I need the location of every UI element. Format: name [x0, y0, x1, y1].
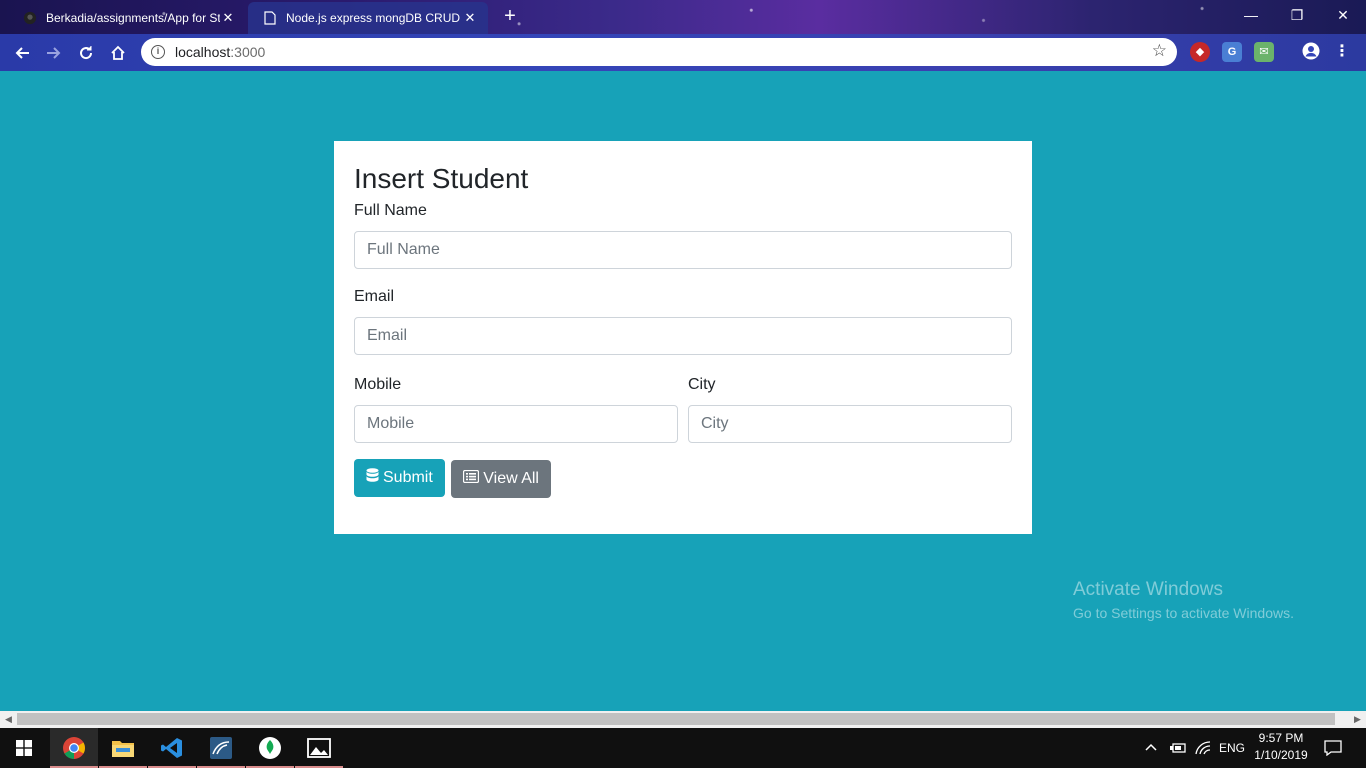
- insert-student-card: Insert Student Full Name Email Mobile Ci…: [334, 141, 1032, 534]
- taskbar-chrome[interactable]: [50, 728, 98, 768]
- language-indicator[interactable]: ENG: [1219, 728, 1245, 768]
- windows-taskbar: ENG 9:57 PM 1/10/2019: [0, 728, 1366, 768]
- wifi-icon[interactable]: [1195, 728, 1211, 768]
- close-window-button[interactable]: ✕: [1320, 0, 1366, 30]
- tab-title: Node.js express mongDB CRUD: [286, 11, 461, 25]
- minimize-button[interactable]: —: [1228, 0, 1274, 30]
- activate-windows-watermark: Activate Windows Go to Settings to activ…: [1073, 579, 1294, 621]
- tab-title: Berkadia/assignments/App for St: [46, 11, 220, 25]
- taskbar-file-explorer[interactable]: [99, 728, 147, 768]
- tab-close-icon[interactable]: ✕: [220, 10, 236, 26]
- bookmark-star-icon[interactable]: ☆: [1152, 41, 1167, 61]
- view-all-label: View All: [483, 470, 539, 487]
- clock-time: 9:57 PM: [1258, 731, 1304, 745]
- url-text: localhost:3000: [175, 44, 266, 60]
- scroll-left-arrow-icon[interactable]: ◀: [0, 711, 17, 728]
- tab-crud-app[interactable]: Node.js express mongDB CRUD ✕: [248, 2, 488, 34]
- watermark-subtitle: Go to Settings to activate Windows.: [1073, 605, 1294, 621]
- new-tab-button[interactable]: +: [498, 4, 522, 28]
- vscode-icon: [161, 738, 182, 758]
- page-icon: [262, 10, 278, 26]
- submit-label: Submit: [383, 469, 433, 486]
- taskbar-photos[interactable]: [295, 728, 343, 768]
- city-input[interactable]: [688, 405, 1012, 443]
- folder-icon: [112, 741, 134, 757]
- address-bar[interactable]: i localhost:3000 ☆: [141, 38, 1177, 66]
- full-name-label: Full Name: [354, 202, 427, 219]
- back-button[interactable]: [8, 39, 36, 67]
- home-button[interactable]: [104, 39, 132, 67]
- photos-icon: [307, 738, 331, 758]
- profile-icon[interactable]: [1301, 42, 1321, 62]
- start-button[interactable]: [0, 728, 48, 768]
- windows-logo-icon: [16, 740, 32, 756]
- clock[interactable]: 9:57 PM 1/10/2019: [1248, 730, 1314, 764]
- full-name-input[interactable]: [354, 231, 1012, 269]
- watermark-title: Activate Windows: [1073, 579, 1223, 600]
- forward-arrow-icon: [47, 47, 61, 59]
- tab-github[interactable]: Berkadia/assignments/App for St ✕: [8, 2, 246, 34]
- forward-button[interactable]: [40, 39, 68, 67]
- mobile-input[interactable]: [354, 405, 678, 443]
- mysql-workbench-icon: [210, 737, 232, 759]
- tab-close-icon[interactable]: ✕: [462, 10, 478, 26]
- chevron-up-icon: [1145, 743, 1157, 751]
- page-title: Insert Student: [354, 163, 529, 194]
- chrome-icon: [63, 737, 85, 759]
- browser-toolbar: i localhost:3000 ☆ ◆ G ✉ ⋮: [0, 34, 1366, 71]
- home-icon: [111, 45, 125, 60]
- email-label: Email: [354, 288, 395, 305]
- reload-button[interactable]: [72, 39, 100, 67]
- back-arrow-icon: [15, 47, 29, 59]
- email-input[interactable]: [354, 317, 1012, 355]
- list-alt-icon: [463, 469, 480, 488]
- restore-button[interactable]: ❐: [1274, 0, 1320, 30]
- taskbar-mysql-workbench[interactable]: [197, 728, 245, 768]
- mongodb-icon: [259, 737, 281, 759]
- taskbar-mongodb-compass[interactable]: [246, 728, 294, 768]
- taskbar-vscode[interactable]: [148, 728, 196, 768]
- mail-extension-icon[interactable]: ✉: [1254, 42, 1274, 62]
- scroll-right-arrow-icon[interactable]: ▶: [1349, 711, 1366, 728]
- scrollbar-thumb[interactable]: [17, 713, 1335, 725]
- github-icon: [22, 10, 38, 26]
- show-hidden-icons-button[interactable]: [1145, 728, 1157, 768]
- notification-icon: [1324, 740, 1342, 756]
- translate-extension-icon[interactable]: G: [1222, 42, 1242, 62]
- database-icon: [366, 468, 379, 488]
- submit-button[interactable]: Submit: [354, 459, 445, 497]
- city-label: City: [688, 376, 716, 393]
- clock-date: 1/10/2019: [1254, 748, 1308, 762]
- reload-icon: [80, 46, 93, 60]
- battery-icon[interactable]: [1169, 728, 1187, 768]
- horizontal-scrollbar[interactable]: ◀ ▶: [0, 711, 1366, 728]
- site-info-icon[interactable]: i: [151, 45, 165, 59]
- view-all-button[interactable]: View All: [451, 460, 551, 498]
- ublock-extension-icon[interactable]: ◆: [1190, 42, 1210, 62]
- action-center-button[interactable]: [1324, 728, 1342, 768]
- menu-kebab-icon[interactable]: ⋮: [1332, 42, 1352, 62]
- browser-tab-bar: Berkadia/assignments/App for St ✕ Node.j…: [0, 0, 1366, 34]
- mobile-label: Mobile: [354, 376, 402, 393]
